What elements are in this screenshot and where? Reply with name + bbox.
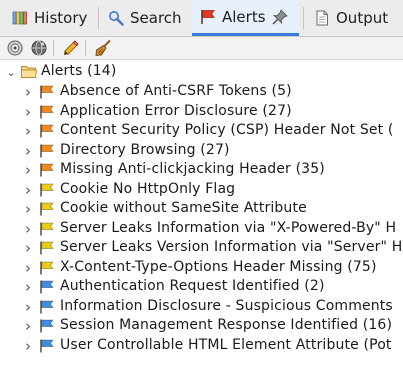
expand-chevron-icon[interactable]: › [21,219,35,239]
low-risk-flag-icon [39,202,55,216]
alert-tree-item[interactable]: › X-Content-Type-Options Header Missing (… [0,258,403,278]
tree-root-label: Alerts (14) [41,63,117,79]
alert-tree-item-label: Session Management Response Identified (… [60,317,393,333]
expand-chevron-icon[interactable]: › [21,316,35,336]
tab-search[interactable]: Search [100,0,188,36]
scan-target-icon[interactable] [6,39,24,57]
alert-tree-item-label: Cookie without SameSite Attribute [60,200,307,216]
alert-tree-item-label: Server Leaks Version Information via "Se… [60,239,403,255]
expand-chevron-icon[interactable]: › [21,336,35,356]
globe-scan-icon[interactable] [30,39,48,57]
folder-open-icon [21,65,38,78]
medium-risk-flag-icon [39,85,55,99]
informational-risk-flag-icon [39,280,55,294]
alert-tree-item-label: Content Security Policy (CSP) Header Not… [60,122,394,138]
tab-output-label: Output [336,9,389,27]
expand-chevron-icon[interactable]: › [21,297,35,317]
alerts-toolbar [0,37,403,60]
informational-risk-flag-icon [39,319,55,333]
tab-alerts-label: Alerts [222,7,266,26]
low-risk-flag-icon [39,222,55,236]
alert-tree-item[interactable]: › Content Security Policy (CSP) Header No… [0,121,403,141]
expand-chevron-icon[interactable]: › [21,277,35,297]
alert-tree-item[interactable]: › Session Management Response Identified … [0,316,403,336]
tab-divider [98,7,99,29]
alert-tree-item-label: Absence of Anti-CSRF Tokens (5) [60,83,292,99]
alert-tree-item[interactable]: › User Controllable HTML Element Attribut… [0,336,403,356]
collapse-chevron-icon[interactable]: ⌄ [4,62,18,82]
informational-risk-flag-icon [39,300,55,314]
alert-tree-item[interactable]: › Application Error Disclosure (27) [0,102,403,122]
alert-tree-item[interactable]: › Cookie No HttpOnly Flag [0,180,403,200]
medium-risk-flag-icon [39,163,55,177]
low-risk-flag-icon [39,261,55,275]
history-icon [12,10,28,26]
expand-chevron-icon[interactable]: › [21,199,35,219]
alert-tree-item[interactable]: › Directory Browsing (27) [0,141,403,161]
toolbar-divider [85,40,86,56]
alert-tree-item-label: User Controllable HTML Element Attribute… [60,336,392,353]
expand-chevron-icon[interactable]: › [21,238,35,258]
expand-chevron-icon[interactable]: › [21,180,35,200]
search-icon [108,10,124,26]
expand-chevron-icon[interactable]: › [21,141,35,161]
alert-tree-item[interactable]: › Authentication Request Identified (2) [0,277,403,297]
red-flag-icon [200,9,216,25]
tab-bar: History Search Alerts Output [0,0,403,37]
alert-tree-item[interactable]: › Cookie without SameSite Attribute [0,199,403,219]
expand-chevron-icon[interactable]: › [21,102,35,122]
expand-chevron-icon[interactable]: › [21,82,35,102]
tab-alerts[interactable]: Alerts [192,0,299,36]
alert-tree-item-label: Server Leaks Information via "X-Powered-… [60,219,397,236]
document-icon [314,10,330,26]
alert-tree-item[interactable]: › Server Leaks Version Information via "S… [0,238,403,258]
pin-icon[interactable] [272,8,288,25]
alert-tree-item-label: Application Error Disclosure (27) [60,102,292,119]
expand-chevron-icon[interactable]: › [21,258,35,278]
alert-tree-item-label: Cookie No HttpOnly Flag [60,180,236,197]
toolbar-divider [53,40,54,56]
medium-risk-flag-icon [39,105,55,119]
alert-tree-item-label: Missing Anti-clickjacking Header (35) [60,161,325,177]
alert-tree-item[interactable]: › Information Disclosure - Suspicious Com… [0,297,403,317]
alert-tree-item[interactable]: › Missing Anti-clickjacking Header (35) [0,160,403,180]
alert-tree-item-label: Authentication Request Identified (2) [60,278,325,294]
alert-tree-item[interactable]: › Server Leaks Information via "X-Powered… [0,219,403,239]
alert-tree-item-label: Information Disclosure - Suspicious Comm… [60,297,393,314]
medium-risk-flag-icon [39,144,55,158]
tree-root-alerts[interactable]: ⌄ Alerts (14) [0,62,403,82]
expand-chevron-icon[interactable]: › [21,160,35,180]
broom-clear-icon[interactable] [94,39,112,57]
alert-tree-item-label: Directory Browsing (27) [60,141,230,158]
low-risk-flag-icon [39,183,55,197]
informational-risk-flag-icon [39,339,55,353]
medium-risk-flag-icon [39,124,55,138]
expand-chevron-icon[interactable]: › [21,121,35,141]
tab-history-label: History [34,9,88,27]
pencil-edit-icon[interactable] [62,39,80,57]
tab-search-label: Search [130,9,182,27]
low-risk-flag-icon [39,241,55,255]
alert-tree-item-label: X-Content-Type-Options Header Missing (7… [60,258,377,275]
tab-output[interactable]: Output [306,0,396,36]
tab-history[interactable]: History [4,0,96,36]
tab-divider [303,7,304,29]
alert-tree-item[interactable]: › Absence of Anti-CSRF Tokens (5) [0,82,403,102]
